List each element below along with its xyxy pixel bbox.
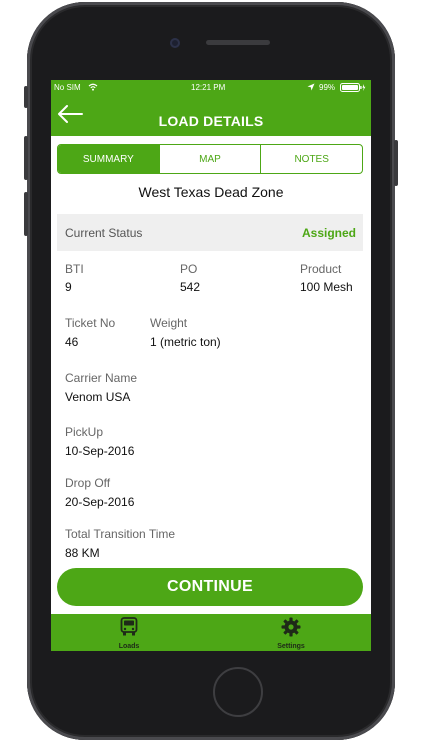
dropoff-value: 20-Sep-2016 — [65, 495, 135, 509]
bti-value: 9 — [65, 280, 72, 294]
volume-up-button — [24, 136, 28, 180]
continue-button[interactable]: CONTINUE — [57, 568, 363, 606]
ticket-value: 46 — [65, 335, 79, 349]
tab-map[interactable]: MAP — [158, 145, 261, 173]
weight-value: 1 (metric ton) — [150, 335, 221, 349]
clock-text: 12:21 PM — [191, 83, 226, 92]
app-header: LOAD DETAILS — [51, 95, 371, 136]
current-status-label: Current Status — [65, 226, 143, 240]
tab-notes[interactable]: NOTES — [260, 145, 362, 173]
bottom-tab-bar: Loads Settings — [51, 614, 371, 651]
carrier-label: Carrier Name — [65, 371, 138, 385]
pickup-value: 10-Sep-2016 — [65, 444, 135, 458]
ticket-label: Ticket No — [65, 316, 116, 330]
dropoff-label: Drop Off — [65, 476, 111, 490]
po-value: 542 — [180, 280, 201, 294]
truck-icon — [120, 617, 138, 636]
front-camera — [170, 38, 180, 48]
home-button[interactable] — [213, 667, 263, 717]
mute-switch — [24, 86, 28, 108]
segmented-tabs: SUMMARY MAP NOTES — [57, 144, 363, 174]
volume-down-button — [24, 192, 28, 236]
po-label: PO — [180, 262, 198, 276]
tab-loads[interactable]: Loads — [99, 617, 159, 650]
product-label: Product — [300, 262, 342, 276]
power-button — [394, 140, 398, 186]
tab-settings[interactable]: Settings — [261, 617, 321, 650]
carrier-value: Venom USA — [65, 390, 131, 404]
transition-value: 88 KM — [65, 546, 100, 560]
speaker-grille — [206, 40, 270, 45]
gear-icon — [281, 617, 301, 637]
bti-label: BTI — [65, 262, 84, 276]
location-arrow-icon — [307, 83, 315, 91]
weight-label: Weight — [150, 316, 188, 330]
pickup-label: PickUp — [65, 425, 104, 439]
current-status-value: Assigned — [301, 226, 356, 240]
product-value: 100 Mesh — [300, 280, 353, 294]
battery-percent: 99% — [319, 83, 336, 92]
battery-icon — [340, 83, 366, 92]
page-title: LOAD DETAILS — [158, 113, 264, 129]
transition-label: Total Transition Time — [65, 527, 176, 541]
tab-loads-label: Loads — [118, 643, 140, 650]
app-screen: No SIM 12:21 PM 99% LOAD DETAILS SUMMARY… — [51, 80, 371, 651]
wifi-icon — [88, 83, 98, 91]
current-status-row: Current Status Assigned — [57, 214, 363, 251]
status-bar: No SIM 12:21 PM 99% — [51, 80, 371, 95]
load-name: West Texas Dead Zone — [138, 184, 284, 200]
tab-settings-label: Settings — [277, 643, 305, 650]
carrier-text: No SIM — [54, 83, 81, 92]
tab-summary[interactable]: SUMMARY — [58, 145, 159, 173]
